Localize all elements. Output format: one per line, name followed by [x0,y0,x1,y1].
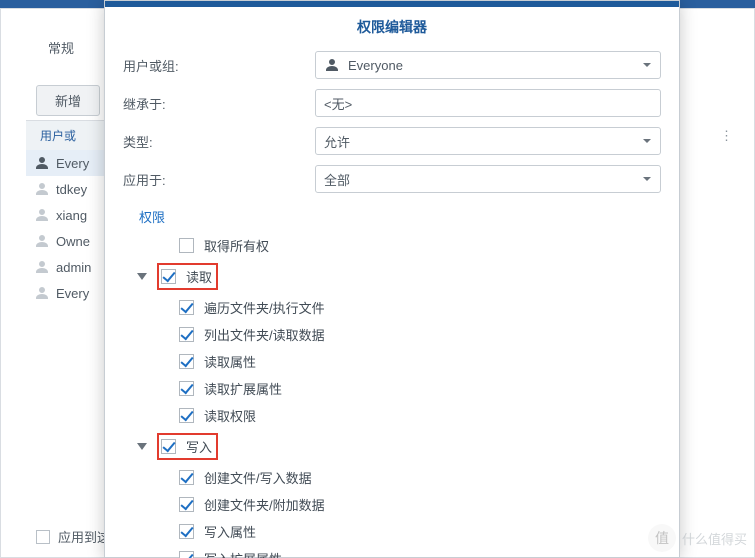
user-icon [34,259,50,275]
row-name: xiang [56,208,87,223]
chevron-down-icon [642,172,652,187]
user-icon [34,233,50,249]
highlight-read: 读取 [157,263,218,290]
perm-child-item[interactable]: 读取权限 [123,402,661,429]
checkbox[interactable] [179,497,194,512]
checkbox[interactable] [161,439,176,454]
permission-tree[interactable]: 取得所有权 读取 遍历文件夹/执行文件列出文件夹/读取数据读取属性读取扩展属性读… [123,232,661,558]
perm-child-item[interactable]: 写入扩展属性 [123,545,661,558]
checkbox[interactable] [179,408,194,423]
perm-child-item[interactable]: 创建文件/写入数据 [123,464,661,491]
perm-label: 读取扩展属性 [204,379,282,398]
perm-read-group[interactable]: 读取 [123,259,661,294]
checkbox[interactable] [179,238,194,253]
expander-icon[interactable] [137,273,147,280]
perm-label: 创建文件夹/附加数据 [204,495,325,514]
checkbox[interactable] [179,300,194,315]
more-menu-icon[interactable]: ⋮ [720,128,735,144]
watermark-icon: 值 [648,524,676,552]
select-user-value: Everyone [348,58,403,73]
row-name: tdkey [56,182,87,197]
add-button[interactable]: 新增 [36,85,100,116]
label-apply-to: 应用于: [123,170,315,189]
select-type[interactable]: 允许 [315,127,661,155]
label-type: 类型: [123,132,315,151]
row-name: Every [56,286,89,301]
select-type-value: 允许 [324,132,350,151]
perm-child-item[interactable]: 写入属性 [123,518,661,545]
watermark-text: 什么值得买 [682,529,747,548]
dialog-title: 权限编辑器 [105,7,679,51]
perm-label: 写入扩展属性 [204,549,282,558]
apply-checkbox[interactable] [36,530,50,544]
perm-label: 写入属性 [204,522,256,541]
user-icon [34,207,50,223]
tab-general[interactable]: 常规 [48,38,74,57]
user-icon [324,57,340,73]
checkbox[interactable] [179,354,194,369]
row-name: Owne [56,234,90,249]
perm-label: 取得所有权 [204,236,269,255]
perm-child-item[interactable]: 列出文件夹/读取数据 [123,321,661,348]
perm-label: 写入 [186,437,212,456]
user-icon [34,181,50,197]
perm-label: 遍历文件夹/执行文件 [204,298,325,317]
permission-editor-dialog: 权限编辑器 用户或组: Everyone 继承于: <无> 类型: 允许 应用于… [104,0,680,558]
checkbox[interactable] [179,524,194,539]
select-user-or-group[interactable]: Everyone [315,51,661,79]
user-icon [34,155,50,171]
checkbox[interactable] [179,551,194,558]
chevron-down-icon [642,134,652,149]
expander-icon[interactable] [137,443,147,450]
apply-to-checkbox-row: 应用到这 [36,527,110,546]
label-inherit: 继承于: [123,94,315,113]
perm-child-item[interactable]: 遍历文件夹/执行文件 [123,294,661,321]
perm-child-item[interactable]: 创建文件夹/附加数据 [123,491,661,518]
select-apply-value: 全部 [324,170,350,189]
perm-label: 读取 [186,267,212,286]
user-icon [34,285,50,301]
checkbox[interactable] [179,470,194,485]
perm-label: 读取属性 [204,352,256,371]
select-apply-to[interactable]: 全部 [315,165,661,193]
perm-label: 列出文件夹/读取数据 [204,325,325,344]
checkbox[interactable] [179,327,194,342]
label-user-or-group: 用户或组: [123,56,315,75]
permission-section-label: 权限 [123,203,661,232]
perm-take-ownership[interactable]: 取得所有权 [123,232,661,259]
apply-label: 应用到这 [58,527,110,546]
highlight-write: 写入 [157,433,218,460]
watermark: 值 什么值得买 [648,524,747,552]
dialog-form: 用户或组: Everyone 继承于: <无> 类型: 允许 应用于: 全部 [105,51,679,232]
row-name: admin [56,260,91,275]
perm-child-item[interactable]: 读取属性 [123,348,661,375]
checkbox[interactable] [179,381,194,396]
checkbox[interactable] [161,269,176,284]
row-name: Every [56,156,89,171]
perm-write-group[interactable]: 写入 [123,429,661,464]
perm-label: 读取权限 [204,406,256,425]
select-inherit-value: <无> [324,94,352,113]
perm-label: 创建文件/写入数据 [204,468,312,487]
chevron-down-icon [642,58,652,73]
select-inherit[interactable]: <无> [315,89,661,117]
perm-child-item[interactable]: 读取扩展属性 [123,375,661,402]
